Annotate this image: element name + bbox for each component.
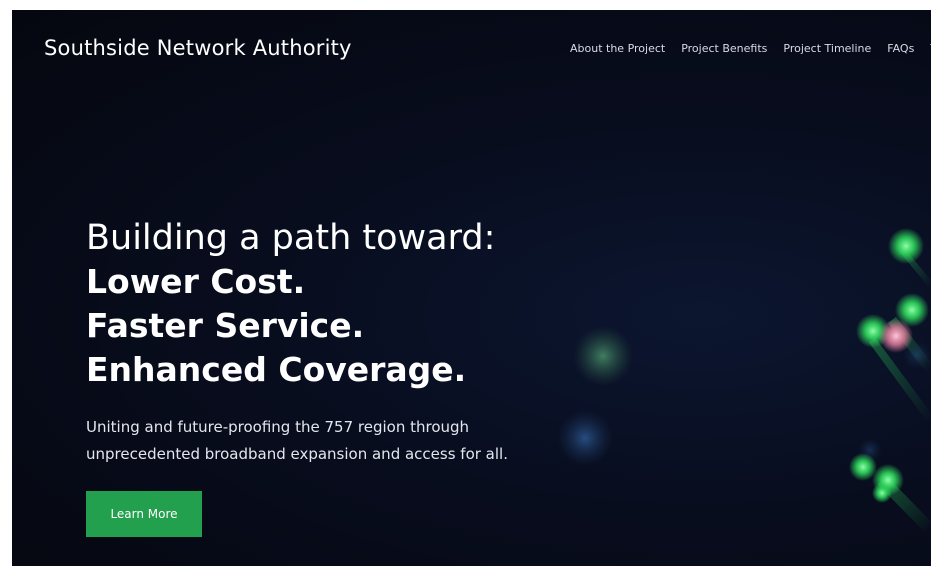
nav-link-about-the-project[interactable]: About the Project xyxy=(570,42,665,55)
hero-line-lower-cost: Lower Cost. xyxy=(86,262,306,301)
nav-link-faqs[interactable]: FAQs xyxy=(887,42,914,55)
nav-link-project-benefits[interactable]: Project Benefits xyxy=(681,42,767,55)
hero-line-enhanced-coverage: Enhanced Coverage. xyxy=(86,350,467,389)
hero-lead-heading: Building a path toward: xyxy=(86,218,496,258)
hero-section: Southside Network Authority About the Pr… xyxy=(12,10,931,566)
nav-link-project-timeline[interactable]: Project Timeline xyxy=(783,42,871,55)
hero-subtitle-line: Uniting and future-proofing the 757 regi… xyxy=(86,418,470,436)
top-navigation-bar: Southside Network Authority About the Pr… xyxy=(12,10,931,90)
hero-subtitle: Uniting and future-proofing the 757 regi… xyxy=(86,414,556,468)
hero-subtitle-line: unprecedented broadband expansion and ac… xyxy=(86,445,508,463)
hero-heading-block: Building a path toward: Lower Cost. Fast… xyxy=(86,216,646,392)
hero-line-faster-service: Faster Service. xyxy=(86,306,365,345)
site-brand-title[interactable]: Southside Network Authority xyxy=(44,36,352,60)
learn-more-button[interactable]: Learn More xyxy=(86,491,202,537)
main-menu: About the Project Project Benefits Proje… xyxy=(570,42,931,55)
